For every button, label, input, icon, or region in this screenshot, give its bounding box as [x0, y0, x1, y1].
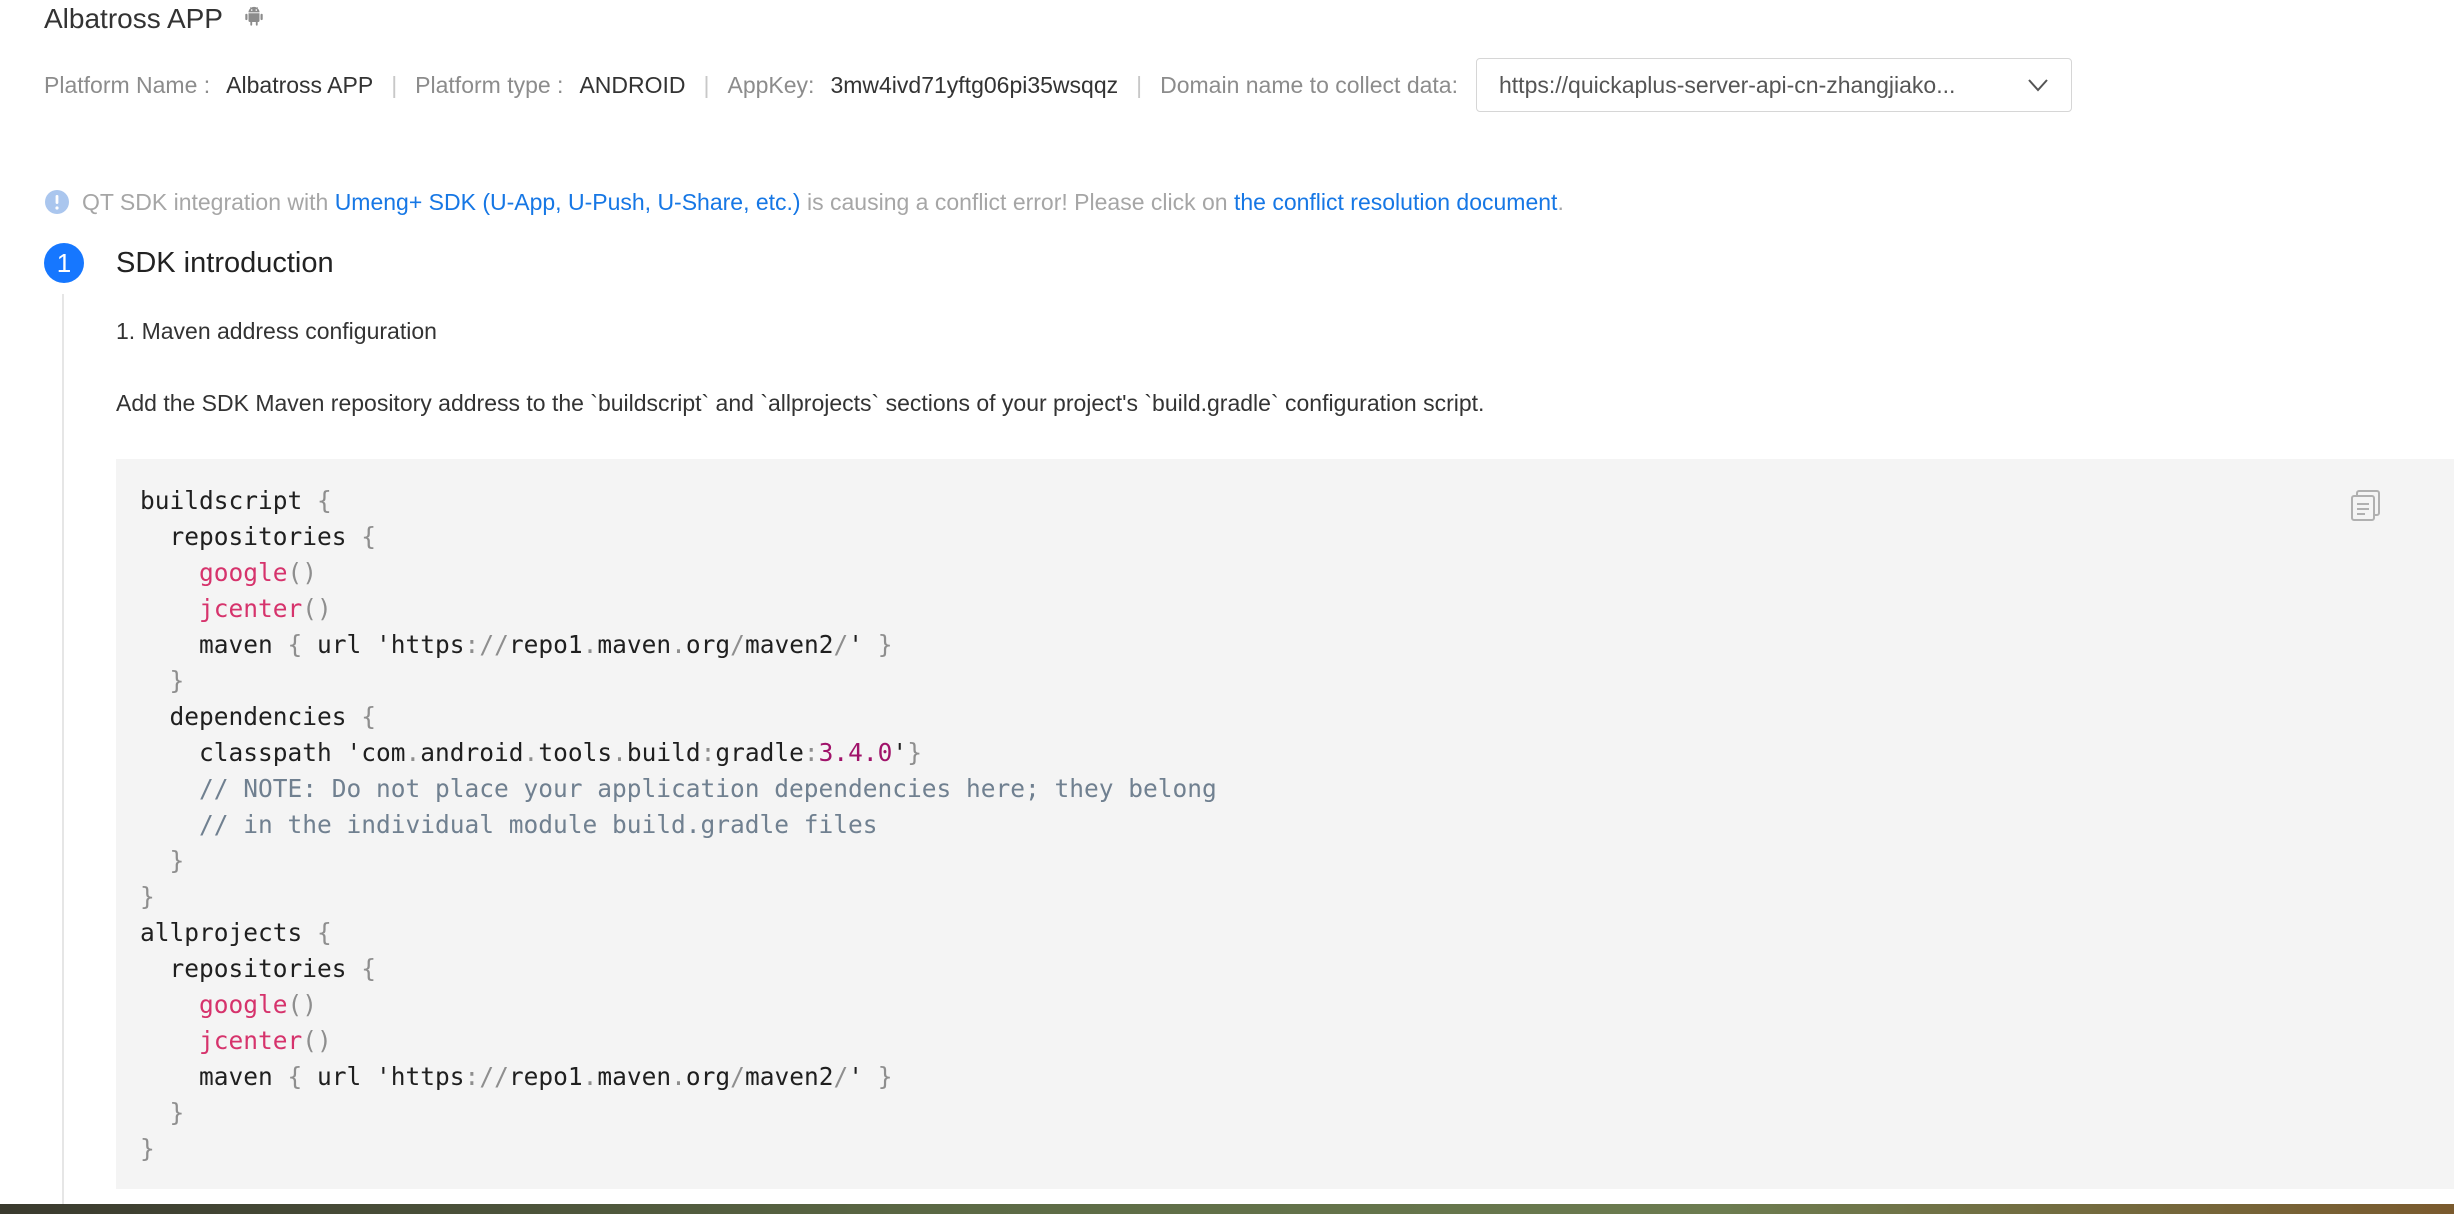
platform-info-bar: Platform Name : Albatross APP | Platform… — [44, 57, 2072, 113]
copy-icon[interactable] — [2348, 487, 2384, 523]
platform-name-value: Albatross APP — [226, 71, 374, 98]
step-number-badge: 1 — [44, 243, 84, 283]
page: Albatross APP Platform Name : Albatross … — [0, 0, 2454, 1214]
chevron-down-icon — [2028, 79, 2048, 92]
code-line: buildscript { — [140, 486, 332, 515]
code-line: repositories { — [140, 954, 377, 983]
code-line: maven { url 'https://repo1.maven.org/mav… — [140, 630, 893, 659]
section-description: Add the SDK Maven repository address to … — [116, 390, 1485, 416]
desktop-taskbar-strip — [0, 1204, 2454, 1214]
conflict-notice: QT SDK integration with Umeng+ SDK (U-Ap… — [44, 184, 1564, 220]
section-subtitle: 1. Maven address configuration — [116, 318, 437, 344]
code-line: jcenter() — [199, 594, 332, 623]
android-icon — [245, 6, 263, 26]
code-line: jcenter() — [199, 1026, 332, 1055]
code-line: classpath 'com.android.tools.build:gradl… — [140, 738, 922, 767]
step-title: SDK introduction — [116, 246, 334, 279]
umeng-sdk-link[interactable]: Umeng+ SDK (U-App, U-Push, U-Share, etc.… — [335, 189, 801, 216]
code-line: google() — [199, 558, 318, 587]
platform-type-value: ANDROID — [579, 71, 686, 98]
platform-name-label: Platform Name : — [44, 71, 211, 98]
notice-text: . — [1557, 188, 1564, 215]
notice-text: QT SDK integration with — [82, 188, 329, 215]
platform-type-label: Platform type : — [415, 71, 564, 98]
info-separator: | — [391, 71, 398, 98]
code-line: repositories { — [140, 522, 377, 551]
code-line: allprojects { — [140, 918, 332, 947]
code-line: // NOTE: Do not place your application d… — [140, 774, 1217, 803]
notice-text: is causing a conflict error! Please clic… — [807, 188, 1228, 215]
code-line: } — [169, 846, 185, 875]
code-line: } — [140, 1134, 155, 1163]
conflict-resolution-link[interactable]: the conflict resolution document — [1234, 189, 1557, 216]
code-line: maven { url 'https://repo1.maven.org/mav… — [140, 1062, 893, 1091]
code-block: buildscript { repositories { google() jc… — [116, 459, 2454, 1189]
domain-label: Domain name to collect data: — [1160, 71, 1458, 98]
code-line: } — [169, 666, 185, 695]
code-line: } — [169, 1098, 185, 1127]
info-separator: | — [1136, 71, 1143, 98]
appkey-value: 3mw4ivd71yftg06pi35wsqqz — [830, 71, 1119, 98]
info-icon — [45, 190, 69, 214]
code-line: dependencies { — [140, 702, 377, 731]
step-connector-line — [62, 294, 64, 1214]
app-title: Albatross APP — [44, 3, 223, 34]
info-separator: | — [703, 71, 710, 98]
domain-select[interactable]: https://quickaplus-server-api-cn-zhangji… — [1476, 58, 2072, 112]
code-line: // in the individual module build.gradle… — [140, 810, 878, 839]
code-content: buildscript { repositories { google() jc… — [140, 483, 1217, 1167]
app-title-row: Albatross APP — [44, 0, 265, 38]
code-line: google() — [199, 990, 318, 1019]
domain-select-value: https://quickaplus-server-api-cn-zhangji… — [1499, 71, 1956, 98]
code-line: } — [140, 882, 155, 911]
appkey-label: AppKey: — [727, 71, 815, 98]
